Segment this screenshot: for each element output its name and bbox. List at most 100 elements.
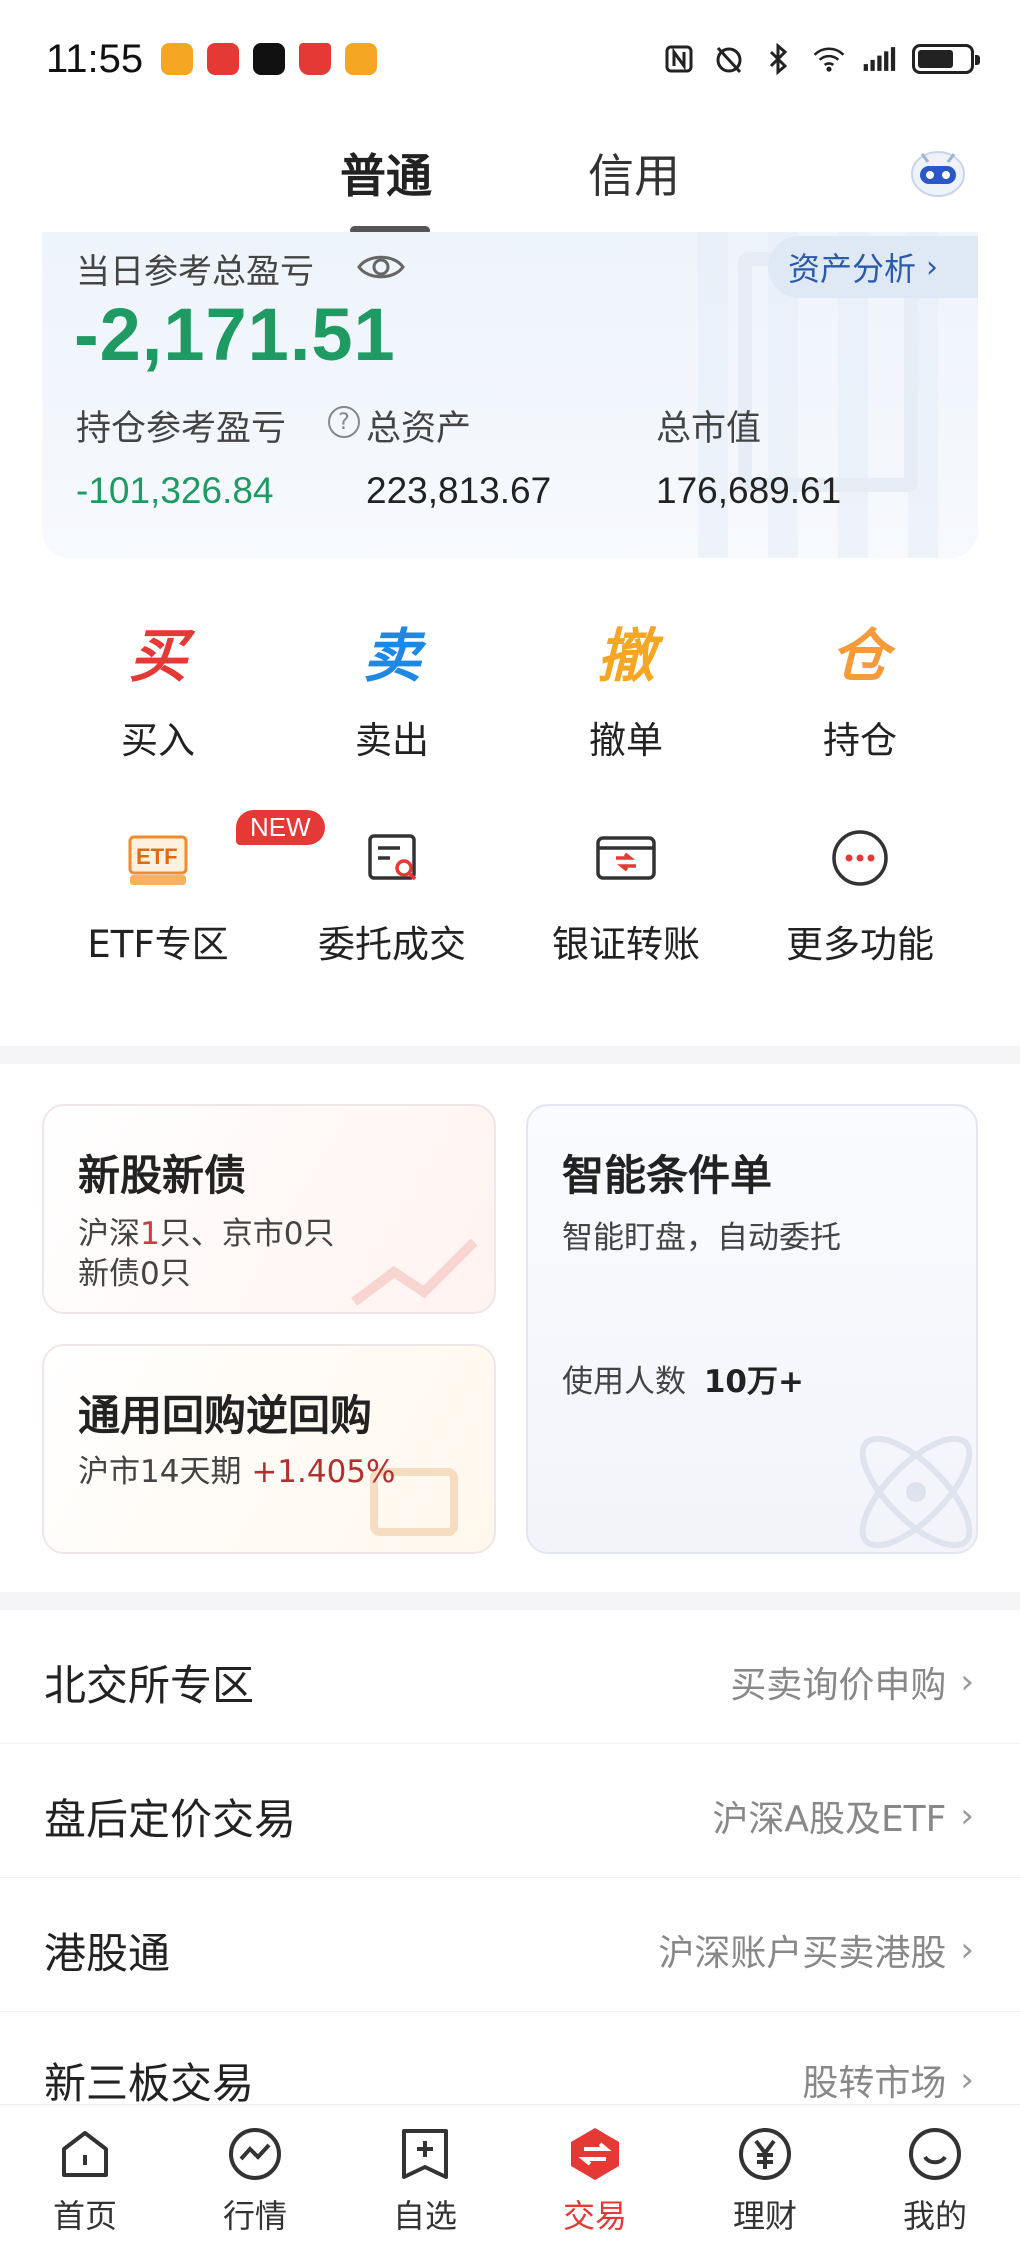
list-item-desc: 买卖询价申购 xyxy=(730,1665,947,1706)
asset-analysis-label: 资产分析 xyxy=(788,250,917,288)
smart-order-card[interactable]: 智能条件单 智能盯盘，自动委托 使用人数 10万+ xyxy=(526,1104,978,1554)
ipo-line-1: 沪深1只、京市0只 xyxy=(78,1214,334,1254)
ipo-title: 新股新债 xyxy=(78,1151,247,1200)
sell-button[interactable]: 卖 卖出 xyxy=(292,614,492,764)
market-value-label: 总市值 xyxy=(656,409,762,449)
list-item-desc: 沪深A股及ETF xyxy=(712,1799,947,1840)
cancel-order-button[interactable]: 撤 撤单 xyxy=(526,614,726,764)
positions-button[interactable]: 仓 持仓 xyxy=(760,614,960,764)
account-tabs: 普通 信用 xyxy=(0,130,1020,240)
list-item-right: 股转市场 › xyxy=(802,2054,974,2106)
eye-icon[interactable] xyxy=(356,250,406,284)
bottom-nav: 首页 行情 自选 交易 理财 我的 xyxy=(0,2104,1020,2250)
order-search-icon xyxy=(352,818,432,898)
repo-subtitle: 沪市14天期 +1.405% xyxy=(78,1452,396,1492)
book-icon xyxy=(299,43,332,75)
nfc-icon xyxy=(662,42,696,76)
today-pnl-value: -2,171.51 xyxy=(74,293,396,376)
status-time: 11:55 xyxy=(46,36,144,81)
positions-label: 持仓 xyxy=(823,719,897,762)
nav-wealth[interactable]: 理财 xyxy=(680,2105,850,2250)
nav-home[interactable]: 首页 xyxy=(0,2105,170,2250)
list-item-desc: 股转市场 xyxy=(802,2063,947,2104)
buy-icon: 买 xyxy=(128,622,187,690)
ipo-line-1-a: 沪深 xyxy=(78,1216,140,1252)
battery-icon xyxy=(912,44,980,74)
list-item-title: 新三板交易 xyxy=(44,2059,255,2108)
etf-zone-label: ETF专区 xyxy=(87,923,229,966)
nav-market[interactable]: 行情 xyxy=(170,2105,340,2250)
repo-rate: +1.405% xyxy=(251,1454,396,1490)
nav-watchlist[interactable]: 自选 xyxy=(340,2105,510,2250)
total-assets-value: 223,813.67 xyxy=(366,470,552,511)
sell-label: 卖出 xyxy=(355,719,429,762)
wifi-icon xyxy=(812,42,846,76)
nav-label: 自选 xyxy=(392,2197,457,2235)
section-divider xyxy=(0,1046,1020,1064)
orders-trades-button[interactable]: 委托成交 xyxy=(292,818,492,968)
status-bar: 11:55 xyxy=(0,0,1020,118)
trade-icon xyxy=(571,2128,619,2180)
buy-button[interactable]: 买 买入 xyxy=(58,614,258,764)
position-pnl-value: -101,326.84 xyxy=(76,470,274,511)
ipo-line-2: 新债0只 xyxy=(78,1256,191,1292)
smart-order-desc: 智能盯盘，自动委托 xyxy=(562,1220,841,1256)
market-icon xyxy=(229,2128,281,2180)
notification-icons xyxy=(161,43,378,75)
list-item[interactable]: 北交所专区 买卖询价申购 › xyxy=(0,1610,1020,1744)
list-item-title: 盘后定价交易 xyxy=(44,1795,297,1844)
list-item-title: 港股通 xyxy=(44,1929,171,1978)
sell-icon: 卖 xyxy=(362,622,421,690)
repo-card[interactable]: 通用回购逆回购 沪市14天期 +1.405% xyxy=(42,1344,496,1554)
nav-trade[interactable]: 交易 xyxy=(510,2105,680,2250)
total-assets-label: 总资产 xyxy=(366,409,472,449)
bank-transfer-label: 银证转账 xyxy=(552,923,700,966)
chevron-right-icon: › xyxy=(926,249,939,285)
today-pnl-label: 当日参考总盈亏 xyxy=(76,252,314,292)
app-notification-icon xyxy=(161,43,194,75)
market-value-value: 176,689.61 xyxy=(656,470,842,511)
cancel-order-label: 撤单 xyxy=(589,719,663,762)
list-item-title: 北交所专区 xyxy=(44,1661,255,1710)
list-item-right: 买卖询价申购 › xyxy=(730,1656,974,1708)
list-item[interactable]: 港股通 沪深账户买卖港股 › xyxy=(0,1878,1020,2012)
smart-order-users-label: 使用人数 xyxy=(562,1364,686,1400)
home-icon xyxy=(62,2131,108,2177)
more-icon xyxy=(820,818,900,898)
chevron-right-icon: › xyxy=(960,2060,974,2100)
nav-label: 交易 xyxy=(562,2197,627,2235)
repo-title: 通用回购逆回购 xyxy=(78,1391,373,1440)
list-item-right: 沪深A股及ETF › xyxy=(712,1790,974,1842)
etf-zone-button[interactable]: ETF NEW ETF专区 xyxy=(58,810,325,968)
ipo-line-1-b: 只、京市0只 xyxy=(159,1216,335,1252)
profile-icon xyxy=(909,2128,961,2180)
nav-label: 我的 xyxy=(902,2197,967,2235)
asset-analysis-button[interactable]: 资产分析 › xyxy=(768,236,978,298)
help-icon[interactable]: ? xyxy=(328,406,360,438)
bank-transfer-button[interactable]: 银证转账 xyxy=(526,818,726,968)
list-item[interactable]: 盘后定价交易 沪深A股及ETF › xyxy=(0,1744,1020,1878)
tab-normal[interactable]: 普通 xyxy=(340,140,432,206)
robot-assistant-icon[interactable] xyxy=(906,140,970,200)
nav-label: 理财 xyxy=(732,2197,797,2235)
app-notification-icon xyxy=(207,43,240,75)
nav-profile[interactable]: 我的 xyxy=(850,2105,1020,2250)
positions-icon: 仓 xyxy=(830,622,889,690)
chevron-right-icon: › xyxy=(960,1796,974,1836)
alarm-off-icon xyxy=(712,42,746,76)
cancel-order-icon: 撤 xyxy=(596,622,655,690)
buy-label: 买入 xyxy=(121,719,195,762)
watchlist-icon xyxy=(402,2129,448,2179)
list-item-desc: 沪深账户买卖港股 xyxy=(658,1933,947,1974)
battery-fill xyxy=(918,50,953,68)
etf-icon: ETF NEW xyxy=(118,810,325,898)
tab-credit[interactable]: 信用 xyxy=(588,140,680,206)
section-divider xyxy=(0,1592,1020,1610)
repo-term: 沪市14天期 xyxy=(78,1454,242,1490)
ipo-card[interactable]: 新股新债 沪深1只、京市0只 新债0只 xyxy=(42,1104,496,1314)
more-functions-button[interactable]: 更多功能 xyxy=(760,818,960,968)
smart-order-users: 使用人数 10万+ xyxy=(562,1362,804,1402)
more-functions-label: 更多功能 xyxy=(786,923,934,966)
orders-trades-label: 委托成交 xyxy=(318,923,466,966)
ipo-line-1-num: 1 xyxy=(140,1216,160,1252)
